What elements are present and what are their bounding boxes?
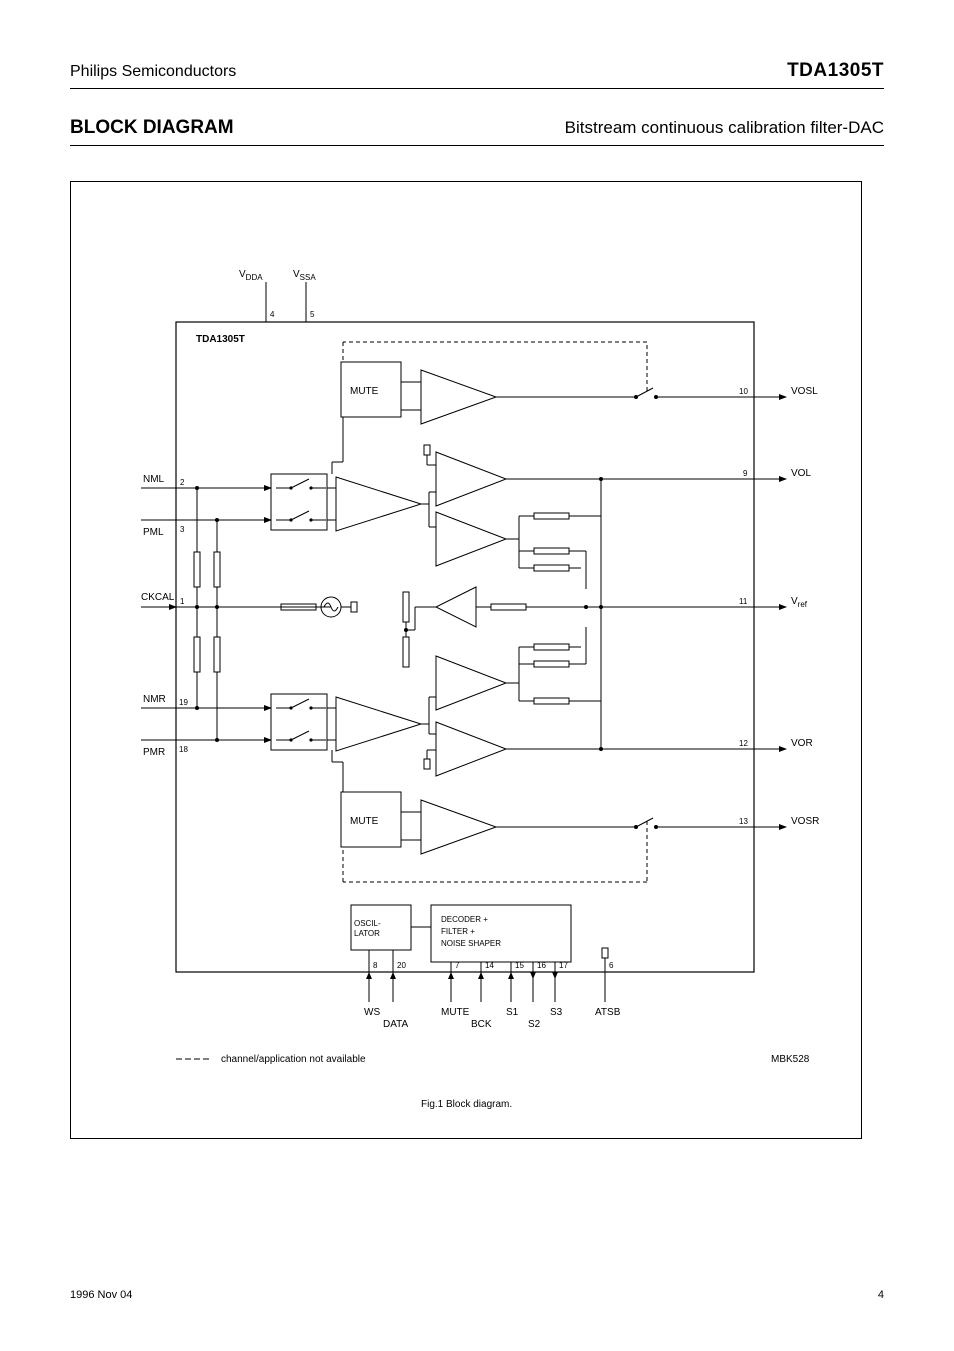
part-number: TDA1305T	[787, 60, 884, 82]
vdda-pin: 4	[270, 310, 275, 319]
section-header: BLOCK DIAGRAM Bitstream continuous calib…	[70, 117, 884, 146]
s1-pin: 15	[515, 961, 524, 970]
vssa-pin: 5	[310, 310, 315, 319]
decoder-label-2: FILTER +	[441, 927, 475, 936]
chip-label: TDA1305T	[196, 334, 245, 345]
bottom-note: channel/application not available	[221, 1054, 366, 1065]
nmr-pin: 19	[179, 698, 188, 707]
vol-pin: 9	[743, 469, 748, 478]
header: Philips Semiconductors TDA1305T	[70, 60, 884, 89]
mute-r-label: MUTE	[350, 816, 379, 827]
vosl-label: VOSL	[791, 386, 818, 397]
vref-label: Vref	[791, 596, 808, 609]
oscillator-label-2: LATOR	[354, 929, 380, 938]
s2-pin: 16	[537, 961, 546, 970]
vor-pin: 12	[739, 739, 748, 748]
atsb-label: ATSB	[595, 1007, 621, 1018]
oscillator-label: OSCIL-	[354, 919, 381, 928]
vosr-label: VOSR	[791, 816, 819, 827]
page-footer: 1996 Nov 04 4	[70, 1289, 884, 1301]
data-pin: 20	[397, 961, 406, 970]
vol-label: VOL	[791, 468, 811, 479]
mute-label: MUTE	[441, 1007, 470, 1018]
data-label: DATA	[383, 1019, 409, 1030]
decoder-label: DECODER +	[441, 915, 488, 924]
ws-pin: 8	[373, 961, 378, 970]
pmr-label: PMR	[143, 747, 165, 758]
ckcal-pin: 1	[180, 597, 185, 606]
brand: Philips Semiconductors	[70, 63, 236, 81]
bck-label: BCK	[471, 1019, 492, 1030]
nml-label: NML	[143, 474, 165, 485]
s1-label: S1	[506, 1007, 519, 1018]
vssa-label: VSSA	[293, 269, 316, 282]
decoder-label-3: NOISE SHAPER	[441, 939, 501, 948]
vosl-pin: 10	[739, 387, 748, 396]
ckcal-label: CKCAL	[141, 592, 175, 603]
bck-pin: 14	[485, 961, 494, 970]
vdda-label: VDDA	[239, 269, 263, 282]
vosr-pin: 13	[739, 817, 748, 826]
mute-pin: 7	[455, 961, 460, 970]
nmr-label: NMR	[143, 694, 166, 705]
vref-pin: 11	[739, 597, 748, 606]
vor-label: VOR	[791, 738, 813, 749]
atsb-pin: 6	[609, 961, 614, 970]
footer-date: 1996 Nov 04	[70, 1289, 132, 1301]
s3-pin: 17	[559, 961, 568, 970]
pml-label: PML	[143, 527, 164, 538]
nml-pin: 2	[180, 478, 185, 487]
s2-label: S2	[528, 1019, 541, 1030]
section-title: BLOCK DIAGRAM	[70, 117, 234, 139]
block-diagram: TDA1305T VDDA 4 VSSA 5 CKCAL 1 NML 2 PML…	[70, 181, 862, 1139]
ws-label: WS	[364, 1007, 380, 1018]
mute-l-label: MUTE	[350, 386, 379, 397]
figure-caption: Fig.1 Block diagram.	[421, 1099, 512, 1110]
figure-id: MBK528	[771, 1054, 810, 1065]
pmr-pin: 18	[179, 745, 188, 754]
pml-pin: 3	[180, 525, 185, 534]
s3-label: S3	[550, 1007, 563, 1018]
footer-page: 4	[878, 1289, 884, 1301]
section-subtitle: Bitstream continuous calibration filter-…	[565, 118, 884, 138]
